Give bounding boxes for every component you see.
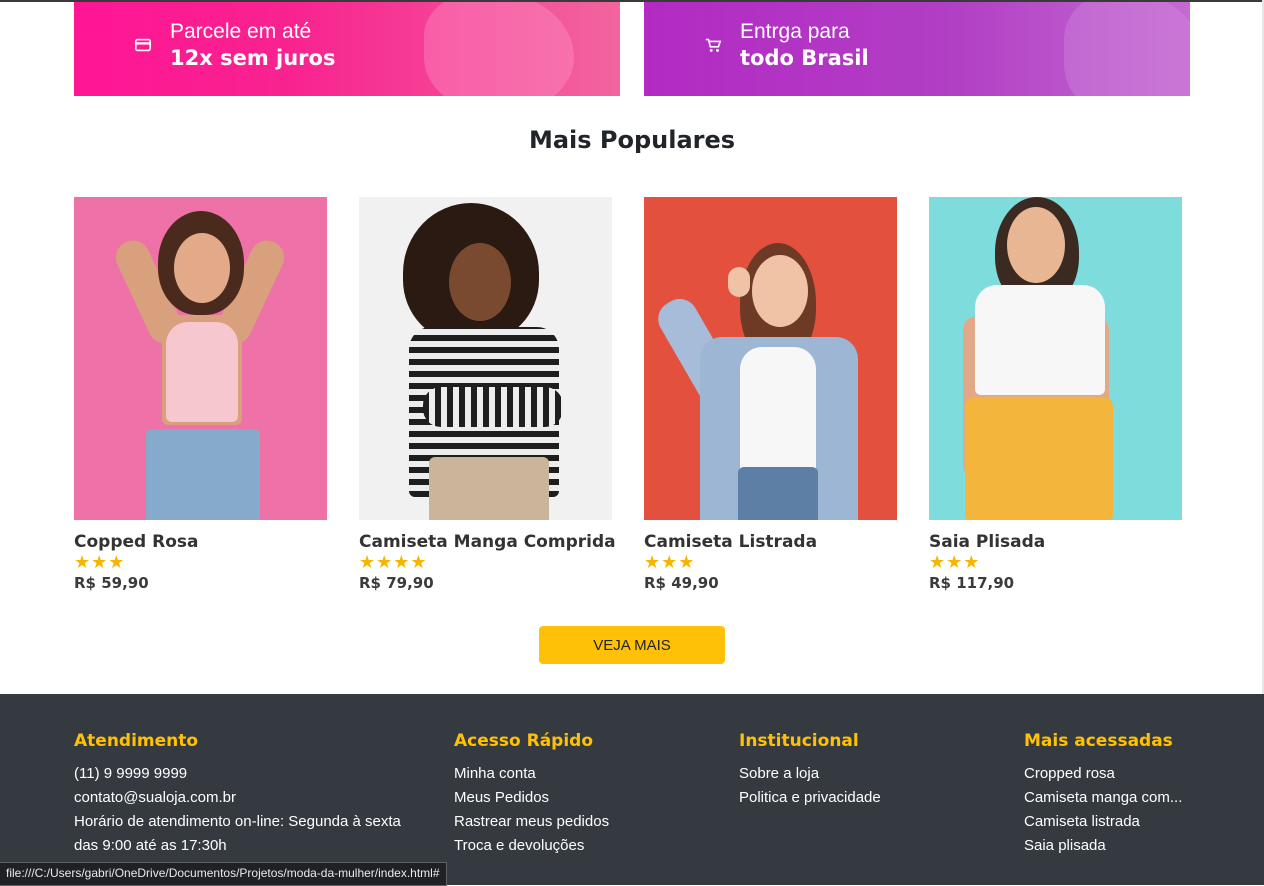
footer-heading: Institucional (739, 731, 859, 751)
footer-col-mais-acessadas: Mais acessadas Cropped rosa Camiseta man… (1024, 730, 1182, 858)
product-card[interactable]: Saia Plisada ★★★ R$ 117,90 (929, 197, 1182, 592)
banner-line2: todo Brasil (740, 46, 869, 70)
footer-link-troca[interactable]: Troca e devoluções (454, 834, 609, 858)
banner-line1: Entrga para (740, 20, 850, 43)
rating-stars: ★★★ (929, 552, 981, 573)
product-price: R$ 49,90 (644, 574, 719, 592)
site-footer: Atendimento (11) 9 9999 9999 contato@sua… (0, 694, 1264, 885)
cart-icon (705, 38, 722, 52)
browser-status-url: file:///C:/Users/gabri/OneDrive/Document… (0, 862, 447, 886)
footer-heading: Atendimento (74, 731, 199, 751)
rating-stars: ★★★ (644, 552, 696, 573)
footer-col-institucional: Institucional Sobre a loja Politica e pr… (739, 730, 881, 810)
product-image[interactable] (644, 197, 897, 520)
installments-text: Parcele em até 12x sem juros (170, 19, 335, 71)
footer-col-acesso-rapido: Acesso Rápido Minha conta Meus Pedidos R… (454, 730, 609, 858)
rating-stars: ★★★ (74, 552, 126, 573)
product-name[interactable]: Camiseta Listrada (644, 532, 897, 552)
footer-link-listrada[interactable]: Camiseta listrada (1024, 810, 1182, 834)
footer-link-meus-pedidos[interactable]: Meus Pedidos (454, 786, 609, 810)
product-price: R$ 79,90 (359, 574, 434, 592)
footer-link-manga[interactable]: Camiseta manga com... (1024, 786, 1182, 810)
footer-phone: (11) 9 9999 9999 (74, 765, 188, 782)
footer-link-rastrear[interactable]: Rastrear meus pedidos (454, 810, 609, 834)
product-card[interactable]: Camiseta Manga Comprida ★★★★ R$ 79,90 (359, 197, 616, 592)
footer-hours: Horário de atendimento on-line: Segunda … (74, 813, 401, 830)
banner-decoration (1064, 2, 1190, 96)
installments-banner[interactable]: Parcele em até 12x sem juros (74, 2, 620, 96)
footer-link-cropped[interactable]: Cropped rosa (1024, 762, 1182, 786)
product-card[interactable]: Camiseta Listrada ★★★ R$ 49,90 (644, 197, 897, 592)
product-price: R$ 59,90 (74, 574, 149, 592)
product-image[interactable] (359, 197, 612, 520)
rating-stars: ★★★★ (359, 552, 428, 573)
footer-hours: das 9:00 até as 17:30h (74, 837, 227, 854)
banner-model-photo (424, 2, 574, 96)
footer-link-saia[interactable]: Saia plisada (1024, 834, 1182, 858)
shipping-banner[interactable]: Entrga para todo Brasil (644, 2, 1190, 96)
product-image[interactable] (74, 197, 327, 520)
section-title: Mais Populares (528, 126, 736, 154)
footer-link-politica[interactable]: Politica e privacidade (739, 786, 881, 810)
product-card[interactable]: Copped Rosa ★★★ R$ 59,90 (74, 197, 327, 592)
product-name[interactable]: Saia Plisada (929, 532, 1182, 552)
footer-col-atendimento: Atendimento (11) 9 9999 9999 contato@sua… (74, 730, 401, 858)
banner-line1: Parcele em até (170, 20, 312, 43)
product-image[interactable] (929, 197, 1182, 520)
footer-link-sobre[interactable]: Sobre a loja (739, 762, 881, 786)
footer-heading: Mais acessadas (1024, 731, 1173, 751)
product-price: R$ 117,90 (929, 574, 1015, 592)
product-name[interactable]: Camiseta Manga Comprida (359, 532, 616, 552)
footer-link-minha-conta[interactable]: Minha conta (454, 762, 609, 786)
footer-email[interactable]: contato@sualoja.com.br (74, 786, 401, 810)
product-name[interactable]: Copped Rosa (74, 532, 327, 552)
see-more-button[interactable]: VEJA MAIS (539, 626, 725, 664)
credit-card-icon (134, 38, 152, 52)
footer-heading: Acesso Rápido (454, 731, 594, 751)
shipping-text: Entrga para todo Brasil (740, 19, 869, 71)
banner-line2: 12x sem juros (170, 46, 336, 70)
